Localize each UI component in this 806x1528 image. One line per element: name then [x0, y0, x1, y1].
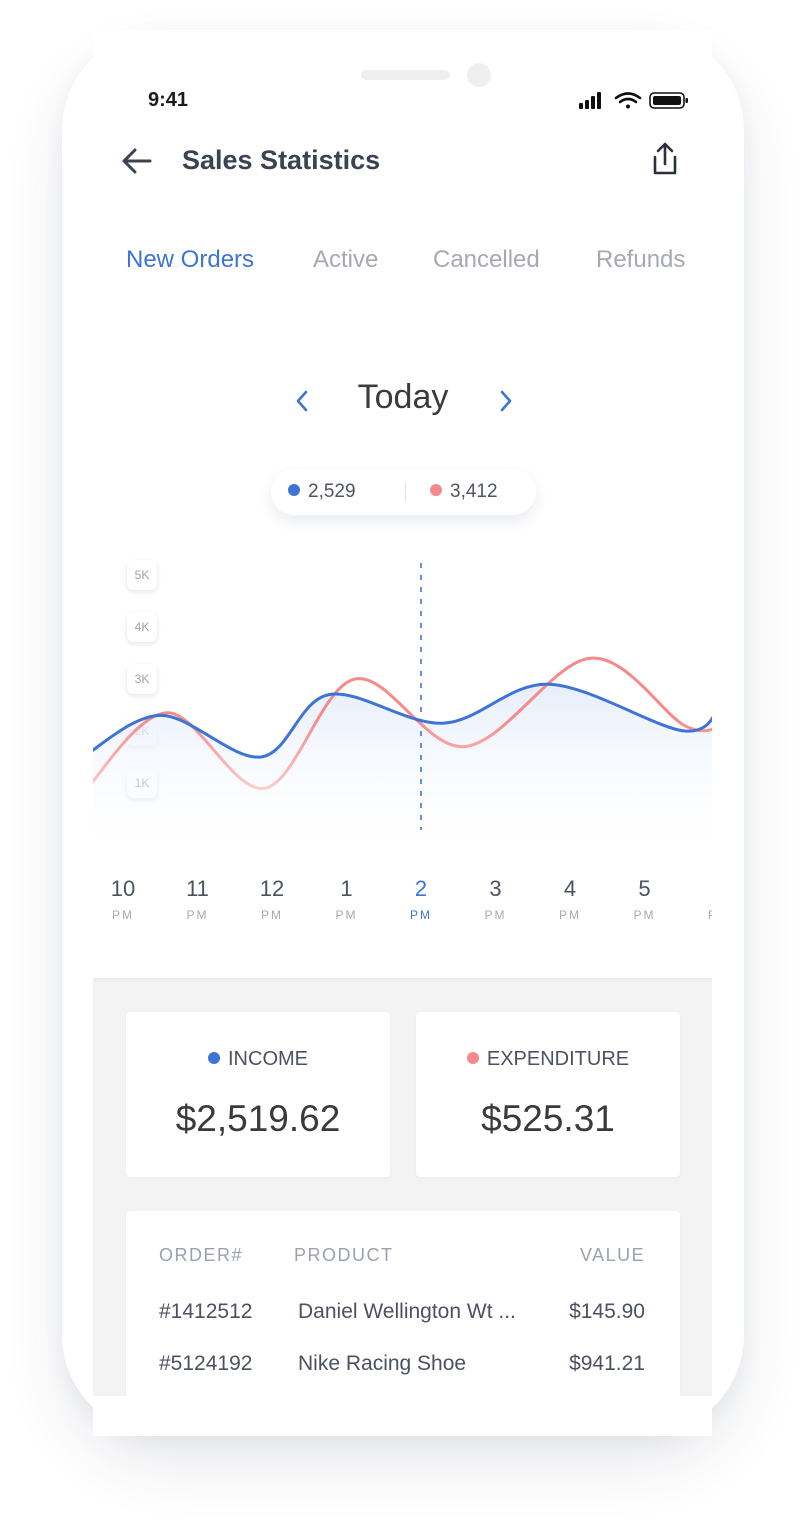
page-title: Sales Statistics: [182, 145, 381, 175]
legend-series-2: 3,412: [430, 481, 498, 503]
x-tick-ampm: PM: [633, 908, 656, 922]
header-order: ORDER#: [159, 1245, 244, 1265]
legend-series-1-value: 2,529: [308, 481, 356, 502]
y-tick-label: 3K: [127, 664, 157, 694]
legend-series-1: 2,529: [288, 481, 356, 503]
x-tick-ampm: PM: [112, 908, 134, 922]
expenditure-value: $525.31: [481, 1098, 615, 1139]
chart-tooltip-legend: 2,529 3,412: [271, 469, 536, 515]
speaker-grille: [361, 70, 450, 80]
x-tick-label[interactable]: 12 PM: [242, 876, 302, 922]
sales-line-chart[interactable]: 5K4K3K2K1K: [93, 545, 712, 865]
x-tick-hour: 11: [186, 876, 209, 901]
battery-icon: [649, 92, 688, 109]
x-tick-hour: 3: [489, 876, 502, 901]
x-tick-ampm: PM: [410, 908, 432, 922]
x-tick-ampm: PM: [261, 908, 283, 922]
x-tick-label[interactable]: 10 PM: [93, 876, 153, 922]
x-axis: 10PM11PM12PM1PM2PM3PM4PM5PM6PM: [93, 876, 712, 936]
legend-divider: [405, 483, 406, 501]
income-card[interactable]: INCOME $2,519.62: [126, 1012, 390, 1177]
income-value: $2,519.62: [175, 1098, 341, 1139]
x-tick-ampm: PM: [186, 908, 209, 922]
tab-active[interactable]: Active: [313, 246, 378, 274]
income-dot: [208, 1051, 220, 1064]
tab-refunds[interactable]: Refunds: [596, 246, 685, 274]
signal-icon: [579, 92, 601, 109]
order-value: $941.21: [569, 1352, 645, 1375]
product-name: Nike Racing Shoe: [298, 1352, 467, 1375]
series-1-area: [93, 684, 712, 865]
x-tick-ampm: PM: [484, 908, 507, 922]
x-tick-label[interactable]: 4 PM: [540, 876, 600, 922]
x-tick-label[interactable]: 2 PM: [391, 876, 451, 922]
tab-new-orders[interactable]: New Orders: [126, 246, 254, 274]
legend-dot-red: [430, 483, 442, 496]
phone-bottom-bezel: [93, 1396, 712, 1436]
expenditure-dot: [466, 1051, 479, 1064]
y-tick-label: 5K: [127, 560, 157, 590]
expenditure-label-row: EXPENDITURE: [416, 1048, 680, 1071]
date-label: Today: [357, 378, 449, 416]
x-tick-hour: 4: [563, 876, 577, 901]
header-value: VALUE: [580, 1245, 646, 1265]
order-number: #5124192: [159, 1352, 253, 1375]
front-camera: [467, 63, 491, 87]
x-tick-ampm: PM: [559, 908, 581, 922]
x-tick-hour: 1: [340, 876, 353, 901]
chevron-left-icon[interactable]: [292, 387, 312, 420]
x-tick-label[interactable]: 11 PM: [168, 876, 228, 922]
share-icon[interactable]: [648, 140, 682, 185]
x-tick-ampm: PM: [335, 908, 358, 922]
svg-text:4K: 4K: [135, 620, 150, 634]
tab-cancelled[interactable]: Cancelled: [433, 246, 540, 274]
wifi-icon: [614, 92, 642, 109]
product-name: Daniel Wellington Wt ...: [298, 1300, 516, 1323]
back-arrow-icon[interactable]: [120, 144, 154, 183]
status-icons: [578, 90, 690, 112]
header-product: PRODUCT: [294, 1245, 394, 1265]
chevron-right-icon[interactable]: [496, 387, 516, 420]
order-value: $145.90: [569, 1300, 645, 1323]
order-number: #1412512: [159, 1300, 253, 1323]
x-tick-hour: 12: [259, 876, 285, 901]
expenditure-label: EXPENDITURE: [486, 1048, 630, 1070]
status-time: 9:41: [148, 89, 189, 111]
income-label: INCOME: [228, 1048, 308, 1070]
legend-series-2-value: 3,412: [450, 481, 498, 502]
income-label-row: INCOME: [126, 1048, 390, 1071]
svg-text:3K: 3K: [135, 672, 150, 686]
x-tick-label[interactable]: 3 PM: [466, 876, 526, 922]
legend-dot-blue: [288, 483, 300, 496]
y-tick-label: 4K: [127, 612, 157, 642]
expenditure-card[interactable]: EXPENDITURE $525.31: [416, 1012, 680, 1177]
x-tick-hour: 10: [110, 876, 136, 901]
x-tick-label[interactable]: 1 PM: [317, 876, 377, 922]
x-tick-hour: 2: [414, 876, 428, 901]
svg-text:5K: 5K: [135, 568, 150, 582]
x-tick-label[interactable]: 5 PM: [615, 876, 675, 922]
x-tick-hour: 5: [638, 876, 651, 901]
